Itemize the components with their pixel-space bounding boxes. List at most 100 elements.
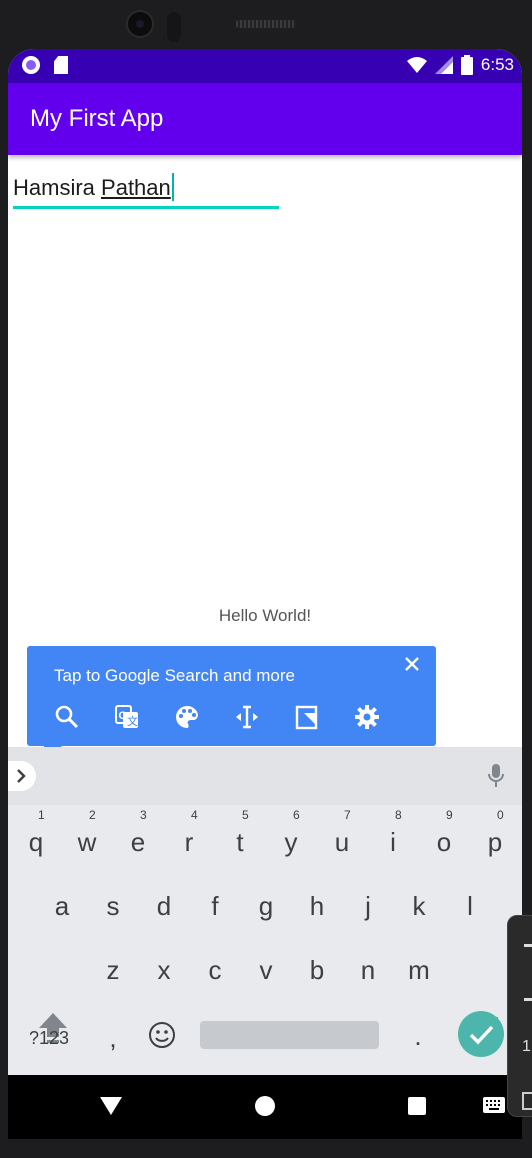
key-label: u xyxy=(334,827,350,857)
key-p[interactable]: p0 xyxy=(475,809,515,867)
back-button[interactable] xyxy=(100,1097,122,1115)
key-label: w xyxy=(77,827,97,857)
key-d[interactable]: d xyxy=(144,881,184,931)
side-panel-line-top xyxy=(524,944,532,947)
key-z[interactable]: z xyxy=(93,945,133,995)
key-u[interactable]: u7 xyxy=(322,809,362,867)
dictionary-icon[interactable] xyxy=(294,704,320,730)
key-label: k xyxy=(412,891,426,921)
key-g[interactable]: g xyxy=(246,881,286,931)
space-bar[interactable] xyxy=(200,1021,379,1049)
close-icon[interactable] xyxy=(402,654,422,674)
key-j[interactable]: j xyxy=(348,881,388,931)
key-f[interactable]: f xyxy=(195,881,235,931)
key-label: y xyxy=(284,827,298,857)
battery-icon xyxy=(460,55,473,75)
keyboard-switch-icon[interactable] xyxy=(483,1097,505,1113)
key-number-hint: 3 xyxy=(140,808,147,822)
key-y[interactable]: y6 xyxy=(271,809,311,867)
key-label: b xyxy=(309,955,325,985)
key-e[interactable]: e3 xyxy=(118,809,158,867)
key-label: q xyxy=(28,827,44,857)
key-number-hint: 5 xyxy=(242,808,249,822)
google-search-tooltip[interactable]: Tap to Google Search and more G文 xyxy=(27,646,436,746)
key-label: o xyxy=(436,827,452,857)
key-label: g xyxy=(258,891,274,921)
navigation-bar xyxy=(8,1075,522,1139)
key-label: f xyxy=(211,891,219,921)
recents-button[interactable] xyxy=(408,1097,426,1115)
wifi-icon xyxy=(406,57,427,73)
key-number-hint: 7 xyxy=(344,808,351,822)
key-number-hint: 6 xyxy=(293,808,300,822)
key-label: x xyxy=(157,955,171,985)
text-cursor-icon[interactable] xyxy=(234,704,260,730)
key-i[interactable]: i8 xyxy=(373,809,413,867)
tooltip-text: Tap to Google Search and more xyxy=(54,666,295,685)
key-label: h xyxy=(309,891,325,921)
key-label: m xyxy=(408,955,430,985)
expand-toolbar-button[interactable] xyxy=(8,761,36,791)
key-label: v xyxy=(259,955,273,985)
checkmark-icon xyxy=(469,1025,494,1045)
key-w[interactable]: w2 xyxy=(67,809,107,867)
key-h[interactable]: h xyxy=(297,881,337,931)
key-a[interactable]: a xyxy=(42,881,82,931)
microphone-icon[interactable] xyxy=(486,763,506,789)
key-label: c xyxy=(208,955,222,985)
emulator-side-panel: 1 xyxy=(507,915,532,1117)
side-panel-box-icon xyxy=(522,1092,532,1110)
key-label: i xyxy=(390,827,396,857)
search-icon[interactable] xyxy=(54,704,80,730)
key-number-hint: 0 xyxy=(497,808,504,822)
key-label: l xyxy=(467,891,473,921)
key-label: s xyxy=(106,891,120,921)
status-time: 6:53 xyxy=(480,55,514,74)
key-m[interactable]: m xyxy=(399,945,439,995)
key-s[interactable]: s xyxy=(93,881,133,931)
front-camera xyxy=(126,10,154,38)
signal-icon xyxy=(434,56,453,74)
side-panel-line-mid xyxy=(524,998,532,1001)
settings-icon[interactable] xyxy=(354,704,380,730)
key-b[interactable]: b xyxy=(297,945,337,995)
chevron-right-icon xyxy=(17,769,26,783)
earpiece-speaker xyxy=(236,20,296,28)
enter-key[interactable] xyxy=(458,1011,504,1057)
translate-icon[interactable]: G文 xyxy=(114,704,140,730)
svg-text:文: 文 xyxy=(127,714,138,728)
key-label: p xyxy=(487,827,503,857)
key-c[interactable]: c xyxy=(195,945,235,995)
home-button[interactable] xyxy=(255,1096,275,1116)
key-k[interactable]: k xyxy=(399,881,439,931)
key-o[interactable]: o9 xyxy=(424,809,464,867)
keyboard-suggestion-bar xyxy=(8,747,522,805)
soft-keyboard: q1w2e3r4t5y6u7i8o9p0asdfghjklzxcvbnm ?12… xyxy=(8,747,522,1075)
key-r[interactable]: r4 xyxy=(169,809,209,867)
emoji-key[interactable] xyxy=(142,1011,182,1061)
key-number-hint: 2 xyxy=(89,808,96,822)
hello-text: Hello World! xyxy=(218,606,312,625)
key-l[interactable]: l xyxy=(450,881,490,931)
key-v[interactable]: v xyxy=(246,945,286,995)
device-frame: 6:53 My First App Hamsira Pathan Hello W… xyxy=(0,0,532,1158)
symbols-key[interactable]: ?123 xyxy=(26,1013,72,1063)
key-label: e xyxy=(130,827,146,857)
notification-circle-icon xyxy=(22,56,40,74)
name-edit-text[interactable]: Hamsira Pathan xyxy=(13,173,174,201)
key-x[interactable]: x xyxy=(144,945,184,995)
key-number-hint: 1 xyxy=(38,808,45,822)
key-number-hint: 8 xyxy=(395,808,402,822)
key-q[interactable]: q1 xyxy=(16,809,56,867)
period-key[interactable]: . xyxy=(398,1011,438,1061)
palette-icon[interactable] xyxy=(174,704,200,730)
name-edit-field[interactable]: Hamsira Pathan xyxy=(13,167,279,209)
comma-key[interactable]: , xyxy=(93,1013,133,1063)
proximity-sensor xyxy=(167,12,181,42)
key-label: d xyxy=(156,891,172,921)
key-t[interactable]: t5 xyxy=(220,809,260,867)
key-n[interactable]: n xyxy=(348,945,388,995)
key-number-hint: 4 xyxy=(191,808,198,822)
key-label: z xyxy=(106,955,120,985)
emoji-icon xyxy=(149,1022,175,1048)
